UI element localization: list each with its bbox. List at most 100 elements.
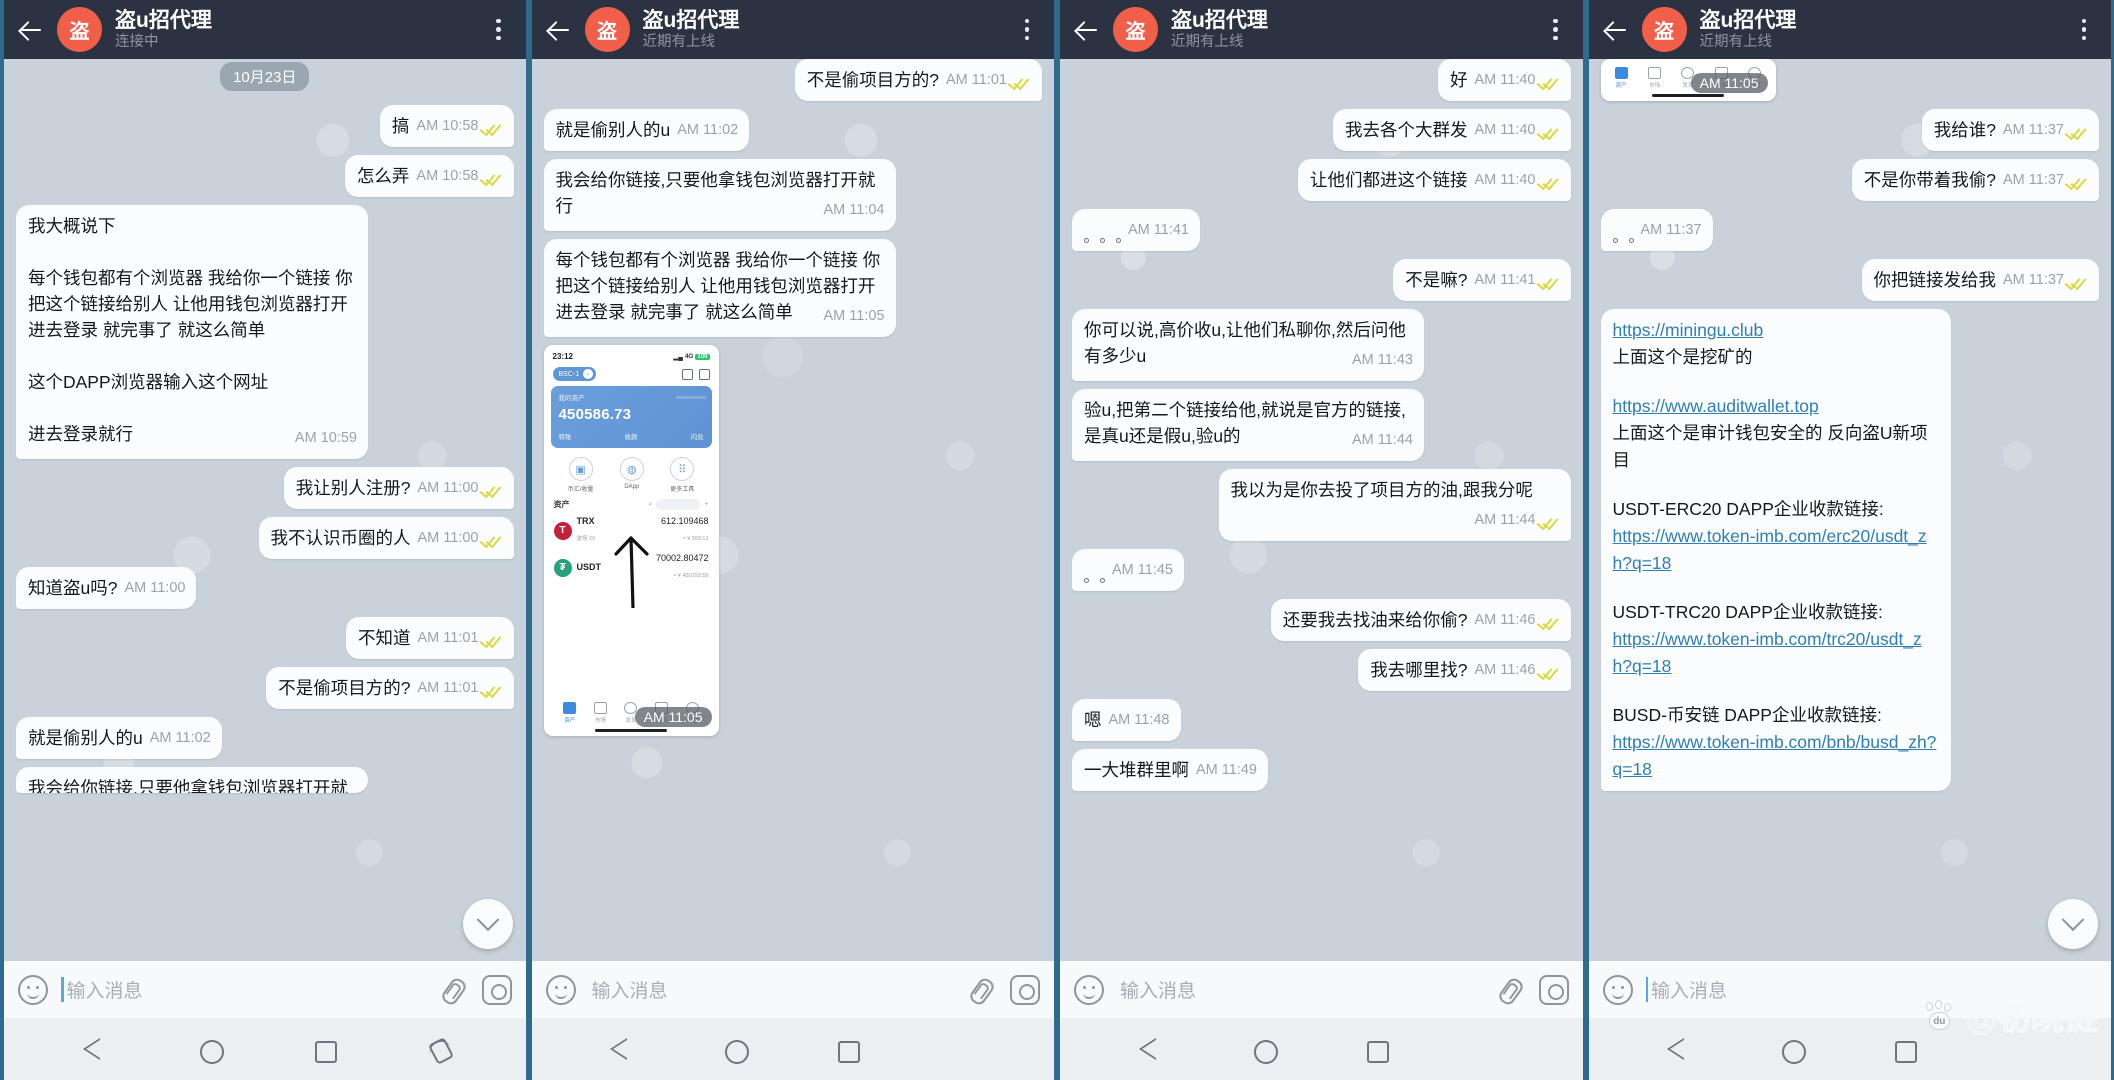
scroll-to-bottom-button[interactable] (462, 899, 513, 949)
link-auditwallet[interactable]: https://www.auditwallet.top (1613, 396, 1819, 416)
link-miningu[interactable]: https://miningu.club (1613, 320, 1764, 340)
assets-search[interactable]: ⌕ + (648, 499, 709, 510)
message-row[interactable]: AM 11:41 (1072, 209, 1571, 251)
message-bubble[interactable]: 我让别人注册? AM 11:00 (283, 467, 514, 509)
message-input[interactable]: 输入消息 (1645, 976, 2024, 1003)
message-bubble[interactable]: 我大概说下 每个钱包都有个浏览器 我给你一个链接 你把这个链接给别人 让他用钱包… (16, 205, 368, 459)
message-bubble[interactable]: 你把链接发给我 AM 11:37 (1861, 259, 2099, 301)
message-row[interactable]: https://miningu.club 上面这个是挖矿的 https://ww… (1600, 309, 2100, 791)
wallet-screenshot-attachment[interactable]: 23:12 ▂▄ 4G 100 BSC-1 › 我的资产 450586.73 转… (543, 345, 719, 736)
tab-market[interactable]: 市场 (593, 702, 607, 724)
nav-recents-icon[interactable] (1895, 1041, 1918, 1063)
message-bubble[interactable]: 你可以说,高价收u,让他们私聊你,然后问他有多少u AM 11:43 (1072, 309, 1424, 381)
message-bubble[interactable]: 验u,把第二个链接给他,就说是官方的链接,是真u还是假u,验u的 AM 11:4… (1072, 389, 1424, 461)
tab-market[interactable]: 市场 (1648, 67, 1662, 89)
camera-icon[interactable] (481, 974, 512, 1005)
message-list[interactable]: 10月23日 搞 AM 10:58 怎么弄 AM 10:58 我大概说下 每个钱… (4, 59, 526, 961)
message-row[interactable]: 我去各个大群发 AM 11:40 (1072, 109, 1571, 151)
kebab-menu-icon[interactable] (1014, 13, 1040, 47)
message-row[interactable]: 怎么弄 AM 10:58 (16, 155, 514, 197)
back-arrow-icon[interactable] (542, 13, 576, 47)
message-list[interactable]: 不是偷项目方的? AM 11:01 就是偷别人的u AM 11:02 我会给你链… (531, 59, 1054, 961)
message-bubble[interactable]: 一大堆群里啊 AM 11:49 (1072, 749, 1268, 791)
message-bubble[interactable]: 不是嘛? AM 11:41 (1393, 259, 1571, 301)
message-row[interactable]: 我会给你链接,只要他拿钱包浏览器打开就行 (16, 767, 514, 793)
link-line[interactable]: https://www.token-imb.com/erc20/usdt_zh?… (1613, 523, 1940, 577)
message-input[interactable]: 输入消息 (61, 976, 438, 1003)
attachment-icon[interactable] (438, 975, 466, 1005)
message-row[interactable]: 搞 AM 10:58 (16, 105, 514, 147)
chat-title-block[interactable]: 盗u招代理 近期有上线 (1171, 9, 1543, 51)
message-bubble[interactable]: 让他们都进这个链接 AM 11:40 (1298, 159, 1571, 201)
message-row[interactable]: 每个钱包都有个浏览器 我给你一个链接 你把这个链接给别人 让他用钱包浏览器打开 … (543, 239, 1043, 337)
message-bubble[interactable]: 就是偷别人的u AM 11:02 (543, 109, 750, 151)
message-bubble[interactable]: 我会给你链接,只要他拿钱包浏览器打开就行 (16, 767, 368, 793)
scan-icon[interactable] (698, 368, 710, 380)
back-arrow-icon[interactable] (1599, 13, 1633, 47)
message-bubble[interactable]: 不是偷项目方的? AM 11:01 (266, 667, 514, 709)
message-bubble[interactable]: 我以为是你去投了项目方的油,跟我分呢 AM 11:44 (1218, 469, 1571, 541)
action-transfer[interactable]: 转账 (559, 431, 572, 441)
quick-action-dapp[interactable]: ◍ DApp (619, 457, 644, 493)
link-busd[interactable]: https://www.token-imb.com/bnb/busd_zh?q=… (1613, 732, 1937, 779)
message-row[interactable]: 23:12 ▂▄ 4G 100 BSC-1 › 我的资产 450586.73 转… (543, 345, 1043, 736)
link-erc20[interactable]: https://www.token-imb.com/erc20/usdt_zh?… (1613, 526, 1927, 573)
message-bubble[interactable]: 我去各个大群发 AM 11:40 (1333, 109, 1571, 151)
message-row[interactable]: 就是偷别人的u AM 11:02 (543, 109, 1043, 151)
message-bubble[interactable]: 好 AM 11:40 (1438, 59, 1571, 101)
nav-recents-icon[interactable] (1366, 1041, 1389, 1063)
message-row[interactable]: 就是偷别人的u AM 11:02 (16, 717, 514, 759)
message-row[interactable]: 我以为是你去投了项目方的油,跟我分呢 AM 11:44 (1072, 469, 1571, 541)
message-row[interactable]: 嗯 AM 11:48 (1072, 699, 1571, 741)
kebab-menu-icon[interactable] (2071, 13, 2097, 47)
tab-assets[interactable]: 资产 (1614, 67, 1628, 89)
message-list[interactable]: 资产 市场 发现 资讯 我的 AM 11:05 我给谁? (1588, 59, 2111, 961)
link-line[interactable]: https://www.auditwallet.top (1613, 393, 1940, 420)
search-input[interactable] (656, 499, 701, 510)
message-bubble-links[interactable]: https://miningu.club 上面这个是挖矿的 https://ww… (1600, 309, 1951, 791)
action-swap[interactable]: 闪兑 (691, 431, 704, 441)
message-bubble-sticker[interactable]: AM 11:37 (1600, 209, 1713, 251)
message-row[interactable]: 一大堆群里啊 AM 11:49 (1072, 749, 1571, 791)
quick-action-exchange[interactable]: ▣ 币汇/收量 (568, 457, 593, 493)
message-row[interactable]: 你可以说,高价收u,让他们私聊你,然后问他有多少u AM 11:43 (1072, 309, 1571, 381)
quick-action-more[interactable]: ⠿ 更多工具 (670, 457, 694, 493)
message-bubble[interactable]: 搞 AM 10:58 (379, 105, 514, 147)
message-row[interactable]: 我不认识币圈的人 AM 11:00 (16, 517, 514, 559)
message-row[interactable]: 不是偷项目方的? AM 11:01 (16, 667, 514, 709)
message-bubble[interactable]: 知道盗u吗? AM 11:00 (16, 567, 197, 609)
emoji-icon[interactable] (1074, 974, 1104, 1005)
nav-back-icon[interactable] (602, 1032, 636, 1066)
message-bubble[interactable]: 嗯 AM 11:48 (1072, 699, 1181, 741)
nav-recents-icon[interactable] (315, 1041, 338, 1063)
link-line[interactable]: https://www.token-imb.com/bnb/busd_zh?q=… (1613, 729, 1940, 783)
message-row[interactable]: 知道盗u吗? AM 11:00 (16, 567, 514, 609)
camera-icon[interactable] (1538, 974, 1569, 1005)
link-trc20[interactable]: https://www.token-imb.com/trc20/usdt_zh?… (1613, 629, 1922, 676)
attachment-icon[interactable] (1495, 975, 1523, 1005)
message-list[interactable]: 好 AM 11:40 我去各个大群发 AM 11:40 让他们都进这个链接 AM… (1060, 59, 1583, 961)
message-bubble[interactable]: 每个钱包都有个浏览器 我给你一个链接 你把这个链接给别人 让他用钱包浏览器打开 … (543, 239, 896, 337)
message-bubble[interactable]: 我去哪里找? AM 11:46 (1358, 649, 1571, 691)
message-row[interactable]: 你把链接发给我 AM 11:37 (1601, 259, 2099, 301)
nav-rotate-icon[interactable] (428, 1038, 454, 1064)
camera-icon[interactable] (681, 368, 693, 380)
message-bubble[interactable]: 不是你带着我偷? AM 11:37 (1851, 159, 2099, 201)
link-line[interactable]: https://www.token-imb.com/trc20/usdt_zh?… (1613, 626, 1940, 680)
message-bubble-sticker[interactable]: AM 11:45 (1072, 549, 1184, 591)
message-bubble[interactable]: 我给谁? AM 11:37 (1921, 109, 2099, 151)
message-row[interactable]: 好 AM 11:40 (1072, 59, 1571, 101)
message-bubble-sticker[interactable]: AM 11:41 (1072, 209, 1200, 251)
chat-title-block[interactable]: 盗u招代理 近期有上线 (1700, 9, 2072, 51)
message-bubble[interactable]: 还要我去找油来给你偷? AM 11:46 (1270, 599, 1571, 641)
emoji-icon[interactable] (545, 974, 576, 1005)
asset-row[interactable]: ₮ USDT 70002.80472 ≈ ¥ 450193.59 (551, 549, 712, 586)
camera-icon[interactable] (1010, 974, 1040, 1005)
scroll-to-bottom-button[interactable] (2048, 899, 2098, 949)
nav-back-icon[interactable] (1659, 1032, 1693, 1066)
message-row[interactable]: AM 11:37 (1600, 209, 2100, 251)
link-line[interactable]: https://miningu.club (1613, 317, 1940, 344)
message-input[interactable]: 输入消息 (1117, 976, 1495, 1003)
nav-home-icon[interactable] (200, 1039, 225, 1064)
back-arrow-icon[interactable] (14, 13, 48, 47)
